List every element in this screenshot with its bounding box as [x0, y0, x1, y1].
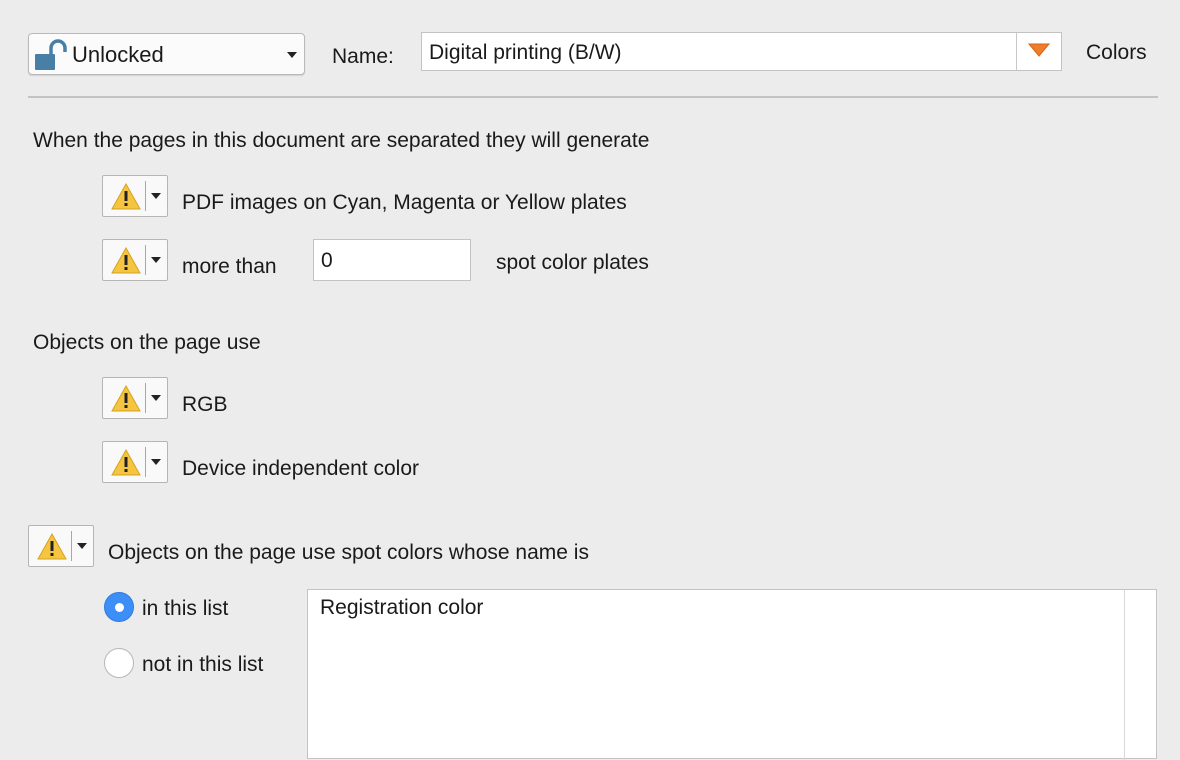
radio-in-this-list-label: in this list [142, 597, 229, 620]
chevron-down-icon [287, 52, 297, 58]
severity-divider [145, 383, 146, 413]
spot-color-name-list[interactable]: Registration color [307, 589, 1157, 760]
spot-plates-label: spot color plates [496, 251, 649, 274]
severity-divider [71, 531, 72, 561]
lock-status-select[interactable]: Unlocked [28, 33, 305, 75]
severity-select-spot-plates[interactable] [102, 239, 168, 281]
name-field[interactable]: Digital printing (B/W) [421, 32, 1062, 71]
chevron-down-icon [77, 543, 87, 549]
spot-plate-count-input[interactable]: 0 [313, 239, 471, 281]
device-independent-label: Device independent color [182, 457, 419, 480]
warning-triangle-icon [111, 449, 141, 476]
severity-select-rgb[interactable] [102, 377, 168, 419]
objects-heading: Objects on the page use [33, 331, 261, 354]
severity-divider [145, 181, 146, 211]
severity-select-device-independent[interactable] [102, 441, 168, 483]
radio-not-in-this-list[interactable] [104, 648, 134, 678]
warning-triangle-icon [111, 385, 141, 412]
list-scrollbar-track[interactable] [1124, 590, 1125, 760]
chevron-down-icon [151, 395, 161, 401]
severity-select-cmy-images[interactable] [102, 175, 168, 217]
warning-triangle-icon [111, 247, 141, 274]
severity-divider [145, 245, 146, 275]
separation-heading: When the pages in this document are sepa… [33, 129, 650, 152]
chevron-down-icon [151, 193, 161, 199]
radio-in-this-list[interactable] [104, 592, 134, 622]
severity-select-spot-colors[interactable] [28, 525, 94, 567]
radio-not-in-this-list-label: not in this list [142, 653, 264, 676]
unlocked-padlock-icon [35, 39, 67, 70]
warning-triangle-icon [111, 183, 141, 210]
orange-triangle-down-icon [1028, 43, 1050, 57]
spot-plate-count-value: 0 [321, 249, 333, 272]
header-divider [28, 96, 1158, 98]
name-label: Name: [332, 45, 394, 68]
name-menu-button[interactable] [1017, 33, 1061, 70]
rgb-label: RGB [182, 393, 228, 416]
list-item[interactable]: Registration color [320, 595, 483, 621]
cmy-images-label: PDF images on Cyan, Magenta or Yellow pl… [182, 191, 627, 214]
spot-colors-label: Objects on the page use spot colors whos… [108, 541, 589, 564]
warning-triangle-icon [37, 533, 67, 560]
category-label: Colors [1086, 41, 1147, 64]
chevron-down-icon [151, 459, 161, 465]
more-than-label: more than [182, 255, 277, 278]
chevron-down-icon [151, 257, 161, 263]
name-value: Digital printing (B/W) [429, 41, 622, 64]
severity-divider [145, 447, 146, 477]
lock-status-value: Unlocked [72, 42, 164, 67]
